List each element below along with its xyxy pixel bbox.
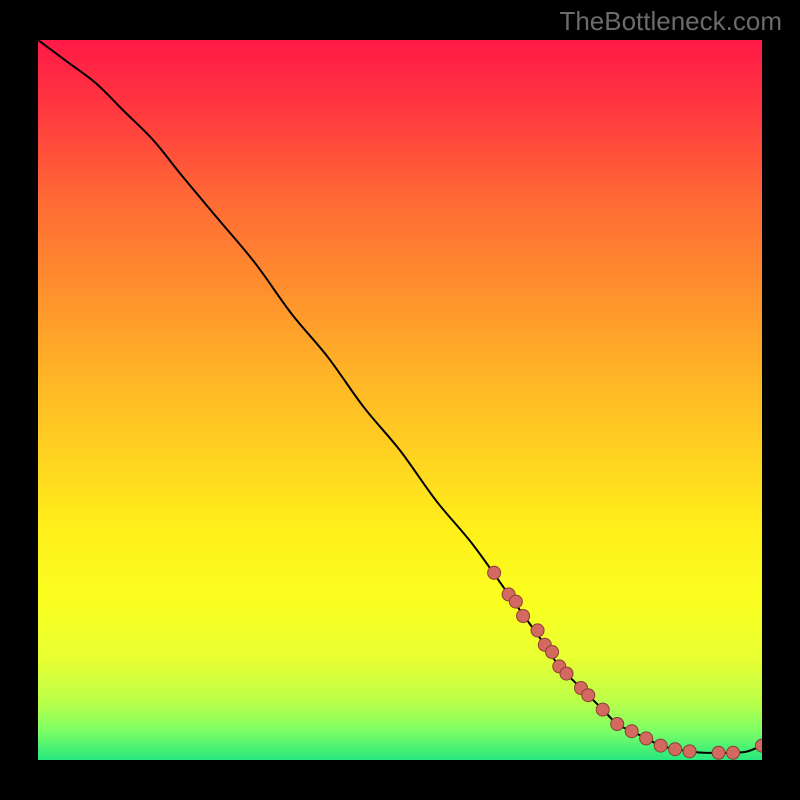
data-point-marker [596, 703, 609, 716]
data-point-marker [727, 746, 740, 759]
data-point-marker [546, 646, 559, 659]
watermark-text: TheBottleneck.com [559, 6, 782, 37]
data-point-marker [509, 595, 522, 608]
curve-overlay [38, 40, 762, 760]
data-point-marker [669, 743, 682, 756]
data-point-marker [488, 566, 501, 579]
data-point-marker [582, 689, 595, 702]
data-point-marker [517, 610, 530, 623]
data-point-marker [625, 725, 638, 738]
data-point-marker [683, 745, 696, 758]
plot-area [38, 40, 762, 760]
data-point-marker [712, 746, 725, 759]
data-point-marker [640, 732, 653, 745]
data-point-marker [756, 739, 763, 752]
data-point-marker [654, 739, 667, 752]
data-point-marker [531, 624, 544, 637]
bottleneck-curve [38, 40, 762, 753]
data-point-marker [611, 718, 624, 731]
chart-frame: TheBottleneck.com [0, 0, 800, 800]
data-point-marker [560, 667, 573, 680]
